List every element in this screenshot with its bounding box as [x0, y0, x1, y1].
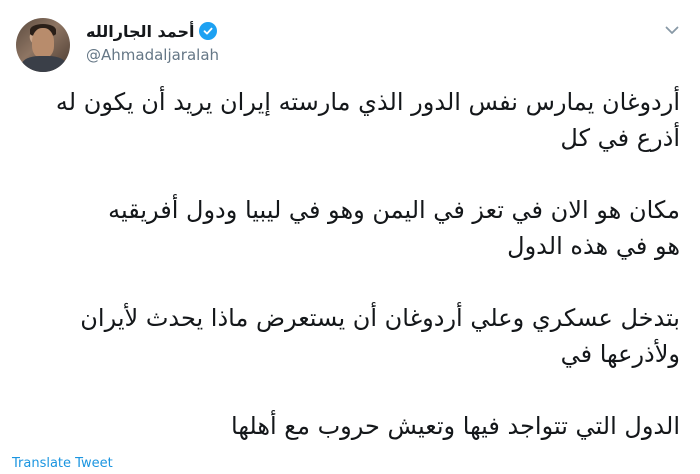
tweet-card: أحمد الجارالله @Ahmadaljaralah أردوغان ي… — [0, 0, 700, 474]
tweet-line: أذرع في كل — [560, 124, 680, 152]
translate-tweet-link[interactable]: Translate Tweet — [12, 456, 113, 471]
tweet-line: أردوغان يمارس نفس الدور الذي مارسته إيرا… — [55, 88, 680, 116]
tweet-header: أحمد الجارالله @Ahmadaljaralah — [14, 14, 686, 74]
author-display-name[interactable]: أحمد الجارالله — [86, 22, 195, 41]
tweet-line: هو في هذه الدول — [507, 232, 680, 260]
tweet-line: مكان هو الان في تعز في اليمن وهو في ليبي… — [108, 196, 680, 224]
tweet-line: بتدخل عسكري وعلي أردوغان أن يستعرض ماذا … — [80, 304, 680, 332]
tweet-line: الدول التي تتواجد فيها وتعيش حروب مع أهل… — [231, 412, 680, 440]
chevron-down-icon[interactable] — [660, 18, 684, 42]
avatar[interactable] — [16, 18, 70, 72]
author-name-row[interactable]: أحمد الجارالله — [86, 20, 217, 42]
tweet-line: ولأذرعها في — [560, 340, 680, 368]
author-handle[interactable]: @Ahmadaljaralah — [86, 46, 219, 64]
tweet-text: أردوغان يمارس نفس الدور الذي مارسته إيرا… — [14, 84, 680, 444]
verified-badge-icon — [198, 22, 217, 40]
